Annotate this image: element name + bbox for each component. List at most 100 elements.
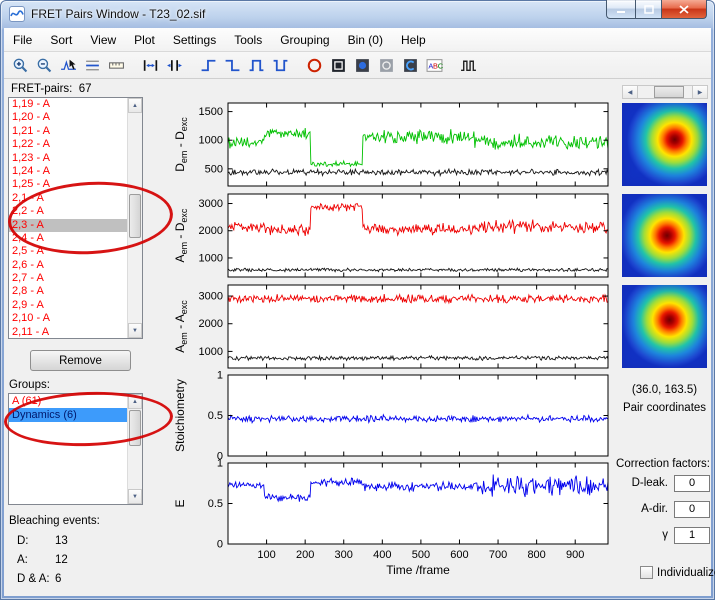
- pair-item[interactable]: 1,24 - A: [9, 165, 127, 178]
- correction-factors-label: Correction factors:: [616, 458, 710, 470]
- scroll-up-button[interactable]: ▲: [128, 394, 142, 409]
- menu-item-grouping[interactable]: Grouping: [271, 28, 338, 51]
- fret-pairs-items: 1,19 - A 1,20 - A 1,21 - A 1,22 - A 1,23 - A…: [9, 98, 127, 338]
- pair-item[interactable]: 2,4 - A: [9, 232, 127, 245]
- abc-labels-icon[interactable]: ABC: [422, 54, 446, 76]
- minimize-button[interactable]: [606, 0, 635, 19]
- correction-factor-input[interactable]: [674, 474, 710, 492]
- ring-marker-icon[interactable]: [374, 54, 398, 76]
- filled-circle-marker-icon[interactable]: [350, 54, 374, 76]
- pair-item[interactable]: 1,20 - A: [9, 111, 127, 124]
- pair-item[interactable]: 1,19 - A: [9, 98, 127, 111]
- app-window: FRET Pairs Window - T23_02.sif File Sort V…: [0, 0, 715, 600]
- pair-image-heatmap: [622, 194, 707, 277]
- zoom-in-icon[interactable]: [8, 54, 32, 76]
- menu-item-tools[interactable]: Tools: [225, 28, 271, 51]
- step-rise-icon[interactable]: [196, 54, 220, 76]
- individualized-row: Individualized: [640, 566, 715, 579]
- menu-item-file[interactable]: File: [4, 28, 41, 51]
- window-controls: [606, 0, 707, 19]
- x-tick-label: 100: [257, 549, 275, 561]
- bleaching-row: A: 12: [17, 554, 137, 573]
- pair-item[interactable]: 2,11 - A: [9, 326, 127, 338]
- pair-item[interactable]: 2,8 - A: [9, 285, 127, 298]
- x-tick-label: 300: [335, 549, 353, 561]
- bleaching-row-label: D & A:: [17, 573, 50, 585]
- toolbar: ABC: [4, 52, 711, 79]
- pulse-up-icon[interactable]: [244, 54, 268, 76]
- step-fall-icon[interactable]: [220, 54, 244, 76]
- pair-coordinates-label: Pair coordinates: [622, 402, 707, 414]
- pulse-down-icon[interactable]: [268, 54, 292, 76]
- group-arc-icon[interactable]: [398, 54, 422, 76]
- scrollbar-thumb[interactable]: [129, 410, 141, 446]
- x-tick-label: 600: [450, 549, 468, 561]
- zoom-out-icon[interactable]: [32, 54, 56, 76]
- x-tick-label: 400: [373, 549, 391, 561]
- square-marker-icon[interactable]: [326, 54, 350, 76]
- bleaching-row-value: 12: [55, 554, 68, 566]
- remove-button[interactable]: Remove: [30, 350, 131, 371]
- pair-coordinates-value: (36.0, 163.5): [631, 384, 698, 396]
- group-item[interactable]: A (61): [9, 394, 127, 408]
- menu-item-bin-0[interactable]: Bin (0): [339, 28, 392, 51]
- xlim-fit-icon[interactable]: [138, 54, 162, 76]
- bin-pulse-icon[interactable]: [456, 54, 480, 76]
- pair-item[interactable]: 2,7 - A: [9, 272, 127, 285]
- menu-item-help[interactable]: Help: [392, 28, 435, 51]
- menu-bar: File Sort View Plot Settings Tools Grouping Bin…: [4, 28, 711, 52]
- x-tick-label: 700: [489, 549, 507, 561]
- pair-item[interactable]: 1,22 - A: [9, 138, 127, 151]
- correction-factor-input[interactable]: [674, 500, 710, 518]
- threshold-lines-icon[interactable]: [80, 54, 104, 76]
- pair-item[interactable]: 1,21 - A: [9, 125, 127, 138]
- trace-cursor-icon[interactable]: [56, 54, 80, 76]
- y-tick-label: 2000: [199, 318, 223, 330]
- correction-factor-label: A-dir.: [641, 503, 668, 515]
- app-icon: [9, 6, 25, 22]
- interval-ruler-icon[interactable]: [104, 54, 128, 76]
- x-tick-label: 200: [296, 549, 314, 561]
- correction-factor-row: D-leak.: [594, 470, 710, 496]
- y-axis-label: Aem - Dexc: [173, 208, 189, 262]
- xlim-expand-icon[interactable]: [162, 54, 186, 76]
- scrollbar-thumb[interactable]: [129, 194, 141, 238]
- pair-item[interactable]: 2,5 - A: [9, 245, 127, 258]
- circle-marker-icon[interactable]: [302, 54, 326, 76]
- groups-scrollbar[interactable]: ▲ ▼: [127, 394, 142, 504]
- scroll-down-button[interactable]: ▼: [128, 323, 142, 338]
- title-bar[interactable]: FRET Pairs Window - T23_02.sif: [0, 0, 715, 28]
- pair-item[interactable]: 1,25 - A: [9, 178, 127, 191]
- menu-item-settings[interactable]: Settings: [164, 28, 225, 51]
- pair-item[interactable]: 2,10 - A: [9, 312, 127, 325]
- pair-item[interactable]: 2,1 - A: [9, 192, 127, 205]
- toolbar-separator: [128, 54, 138, 76]
- x-tick-label: 800: [527, 549, 545, 561]
- y-tick-label: 0.5: [208, 498, 223, 510]
- individualized-checkbox[interactable]: [640, 566, 653, 579]
- heatmaps: [622, 79, 707, 379]
- maximize-button[interactable]: [635, 0, 662, 19]
- correction-factor-input[interactable]: [674, 526, 710, 544]
- y-tick-label: 1000: [199, 252, 223, 264]
- bleaching-row-label: A:: [17, 554, 28, 566]
- menu-item-view[interactable]: View: [81, 28, 125, 51]
- bleaching-row: D: 13: [17, 535, 137, 554]
- scroll-up-button[interactable]: ▲: [128, 98, 142, 113]
- menu-item-sort[interactable]: Sort: [41, 28, 81, 51]
- y-tick-label: 0.5: [208, 410, 223, 422]
- fret-pairs-count-label: FRET-pairs: 67: [11, 83, 92, 95]
- pair-item[interactable]: 1,23 - A: [9, 152, 127, 165]
- pair-item[interactable]: 2,3 - A: [9, 218, 127, 232]
- pair-item[interactable]: 2,9 - A: [9, 299, 127, 312]
- pair-item[interactable]: 2,6 - A: [9, 259, 127, 272]
- scroll-down-button[interactable]: ▼: [128, 489, 142, 504]
- pair-item[interactable]: 2,2 - A: [9, 205, 127, 218]
- correction-factors: D-leak. A-dir. γ: [594, 470, 710, 548]
- close-button[interactable]: [662, 0, 707, 19]
- group-item[interactable]: Dynamics (6): [9, 408, 127, 422]
- pairs-scrollbar[interactable]: ▲ ▼: [127, 98, 142, 338]
- bleaching-rows: D: 13 A: 12 D & A: 6: [17, 535, 137, 592]
- plots-area[interactable]: 500 1000 1500 Dem - Dexc 1000 2000 3000 Aem - D…: [154, 94, 614, 581]
- menu-item-plot[interactable]: Plot: [125, 28, 164, 51]
